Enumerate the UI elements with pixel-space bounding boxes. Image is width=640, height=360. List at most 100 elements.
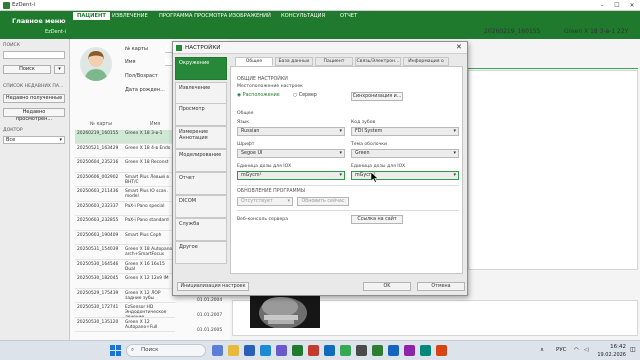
table-row[interactable]: 20250521_163429 Green X 18 4-в Endo (75, 145, 175, 158)
search-options-button[interactable]: ▾ (54, 65, 65, 74)
ok-button[interactable]: OK (363, 282, 411, 291)
app-icon[interactable] (420, 345, 431, 356)
dose-unit-select-2[interactable]: mGycm² ▾ (351, 171, 459, 180)
sync-button[interactable]: Синхронизация и... (351, 92, 403, 101)
excel-icon[interactable] (292, 345, 303, 356)
chevron-down-icon: ▾ (59, 137, 62, 143)
divider (237, 185, 459, 186)
maximize-button[interactable]: ☐ (610, 1, 624, 10)
recent-received-button[interactable]: Недавно полученные (3, 94, 65, 103)
nav-acquisition[interactable]: Извлечение (175, 82, 227, 105)
search-button[interactable]: Поиск (3, 65, 51, 74)
tab-connection[interactable]: Связь/Электрон... (355, 57, 401, 66)
chrome-icon[interactable] (340, 345, 351, 356)
nav-dicom[interactable]: DICOM (175, 195, 227, 218)
table-row[interactable]: 20250531_154039 Green X 18 Autopano arch+… (75, 246, 175, 260)
wifi-icon[interactable]: ◠ (574, 347, 579, 353)
tab-acquisition[interactable]: ИЗВЛЕЧЕНИЕ (108, 12, 152, 20)
tray-chevron-icon[interactable]: ∧ (540, 347, 544, 353)
main-menu-title[interactable]: Главное меню (12, 17, 66, 25)
search-input[interactable] (3, 51, 65, 59)
radio-local[interactable]: ◉ Расположение (237, 93, 280, 98)
taskbar-search[interactable]: ⌕ Поиск (126, 344, 206, 357)
dose-unit-select[interactable]: mGycm² ▾ (237, 171, 345, 180)
row-name: Smart Plus Левый в BHT/C (125, 174, 169, 185)
app-icon[interactable] (404, 345, 415, 356)
table-row[interactable]: 20250604_235216 Green X 18 Reconst (75, 159, 175, 173)
task-view-icon[interactable] (212, 345, 223, 356)
tab-database[interactable]: База данных (275, 57, 313, 66)
close-button[interactable]: ✕ (625, 1, 639, 10)
nav-report[interactable]: Отчет (175, 172, 227, 195)
chevron-down-icon: ▾ (339, 172, 342, 178)
nav-viewer[interactable]: Просмотр (175, 103, 227, 126)
table-row[interactable]: 20250529_175439 Green X 12 ЛОР задние зуб… (75, 290, 175, 303)
tab-patient[interactable]: ПАЦИЕНТ (73, 12, 110, 20)
row-chart-no: 20250603_211436 (77, 189, 119, 194)
table-row[interactable]: 20250606_002902 Smart Plus Левый в BHT/C (75, 174, 175, 187)
tab-image-viewer[interactable]: ПРОГРАММА ПРОСМОТРА ИЗОБРАЖЕНИЙ (155, 12, 275, 20)
doctor-select[interactable]: Все ▾ (3, 136, 65, 144)
language-select[interactable]: Russian ▾ (237, 127, 345, 136)
xray-thumbnail[interactable] (250, 291, 320, 328)
clock-time[interactable]: 16:42 (600, 344, 626, 350)
radio-server[interactable]: ○ Сервер (293, 93, 317, 98)
doctor-label: ДОКТОР (3, 128, 23, 133)
tooth-code-select[interactable]: FDI System ▾ (351, 127, 459, 136)
recent-viewed-button[interactable]: Недавно просмотрен... (3, 108, 65, 122)
divider (237, 210, 459, 211)
clock-date[interactable]: 19.02.2026 (592, 352, 626, 358)
birthdate-label: Дата рожден... (125, 87, 165, 93)
birthdate-value: 01.01.2005 (197, 328, 223, 333)
web-link-button[interactable]: Ссылка на сайт (351, 215, 403, 224)
init-settings-button[interactable]: Инициализация настроек (177, 282, 249, 291)
tab-patient[interactable]: Пациент (315, 57, 353, 66)
powerpoint-icon[interactable] (308, 345, 319, 356)
update-value: Отсутствует (241, 199, 273, 204)
table-row[interactable]: 20250603_190409 Smart Plus Ceph (75, 232, 175, 245)
nav-measurement[interactable]: Измерение Аннотация (175, 126, 227, 149)
teams-icon[interactable] (276, 345, 287, 356)
tab-info[interactable]: Информация о к... (403, 57, 449, 66)
table-row[interactable]: 20250603_211436 Smart Plus IO scan. model (75, 188, 175, 202)
ezdent-icon[interactable] (372, 345, 383, 356)
font-select[interactable]: Segoe UI ▾ (237, 149, 345, 158)
app-icon (3, 2, 10, 9)
row-name: Smart Plus Ceph (125, 232, 162, 238)
tab-general[interactable]: Общее (235, 57, 273, 66)
notification-icon[interactable]: ◫ (630, 346, 636, 353)
table-row[interactable]: 20250530_172741 EzSensor HD Эндодонтическ… (75, 304, 175, 318)
theme-select[interactable]: Green ▾ (351, 149, 459, 158)
font-value: Segoe UI (241, 151, 263, 156)
language-indicator[interactable]: РУС (556, 347, 567, 353)
store-icon[interactable] (356, 345, 367, 356)
table-row[interactable]: 20250603_232337 PaX-i Pano special (75, 203, 175, 216)
file-explorer-icon[interactable] (228, 345, 239, 356)
nav-service[interactable]: Служба (175, 218, 227, 241)
tab-consultation[interactable]: КОНСУЛЬТАЦИЯ (277, 12, 329, 20)
cancel-button[interactable]: Отмена (417, 282, 465, 291)
close-icon[interactable]: ✕ (456, 43, 462, 51)
tab-report[interactable]: ОТЧЕТ (336, 12, 361, 20)
nav-environment[interactable]: Окружение (175, 57, 227, 80)
table-row[interactable]: 20250603_232855 PaX-i Pano standard (75, 217, 175, 231)
table-row[interactable]: 20250530_182045 Green X 12 12x9 IM (75, 275, 175, 289)
sidebar: ПОИСК Поиск ▾ СПИСОК НЕДАВНИХ ПА... Неда… (0, 39, 70, 340)
windows-start-icon[interactable] (110, 345, 121, 356)
app-icon[interactable] (436, 345, 447, 356)
update-now-button: Обновить сейчас (297, 197, 349, 206)
edge-icon[interactable] (260, 345, 271, 356)
nav-modeling[interactable]: Моделирование (175, 149, 227, 172)
outlook-icon[interactable] (324, 345, 335, 356)
app-icon[interactable] (388, 345, 399, 356)
row-name: PaX-i Pano special (125, 203, 165, 209)
word-icon[interactable] (244, 345, 255, 356)
volume-icon[interactable]: ◁ (584, 347, 588, 353)
table-row[interactable]: 20250530_135120 Green X 12 Autopano+Full (75, 319, 175, 332)
nav-other[interactable]: Другое (175, 241, 227, 264)
row-chart-no: 20250529_175439 (77, 290, 119, 296)
font-label: Шрифт (237, 142, 255, 147)
table-row[interactable]: 20260219_160155 Green X 18 3-в-1 (75, 130, 175, 144)
minimize-button[interactable]: – (595, 1, 609, 10)
table-row[interactable]: 20250530_164546 Green X 16 16x15 Dual (75, 261, 175, 274)
